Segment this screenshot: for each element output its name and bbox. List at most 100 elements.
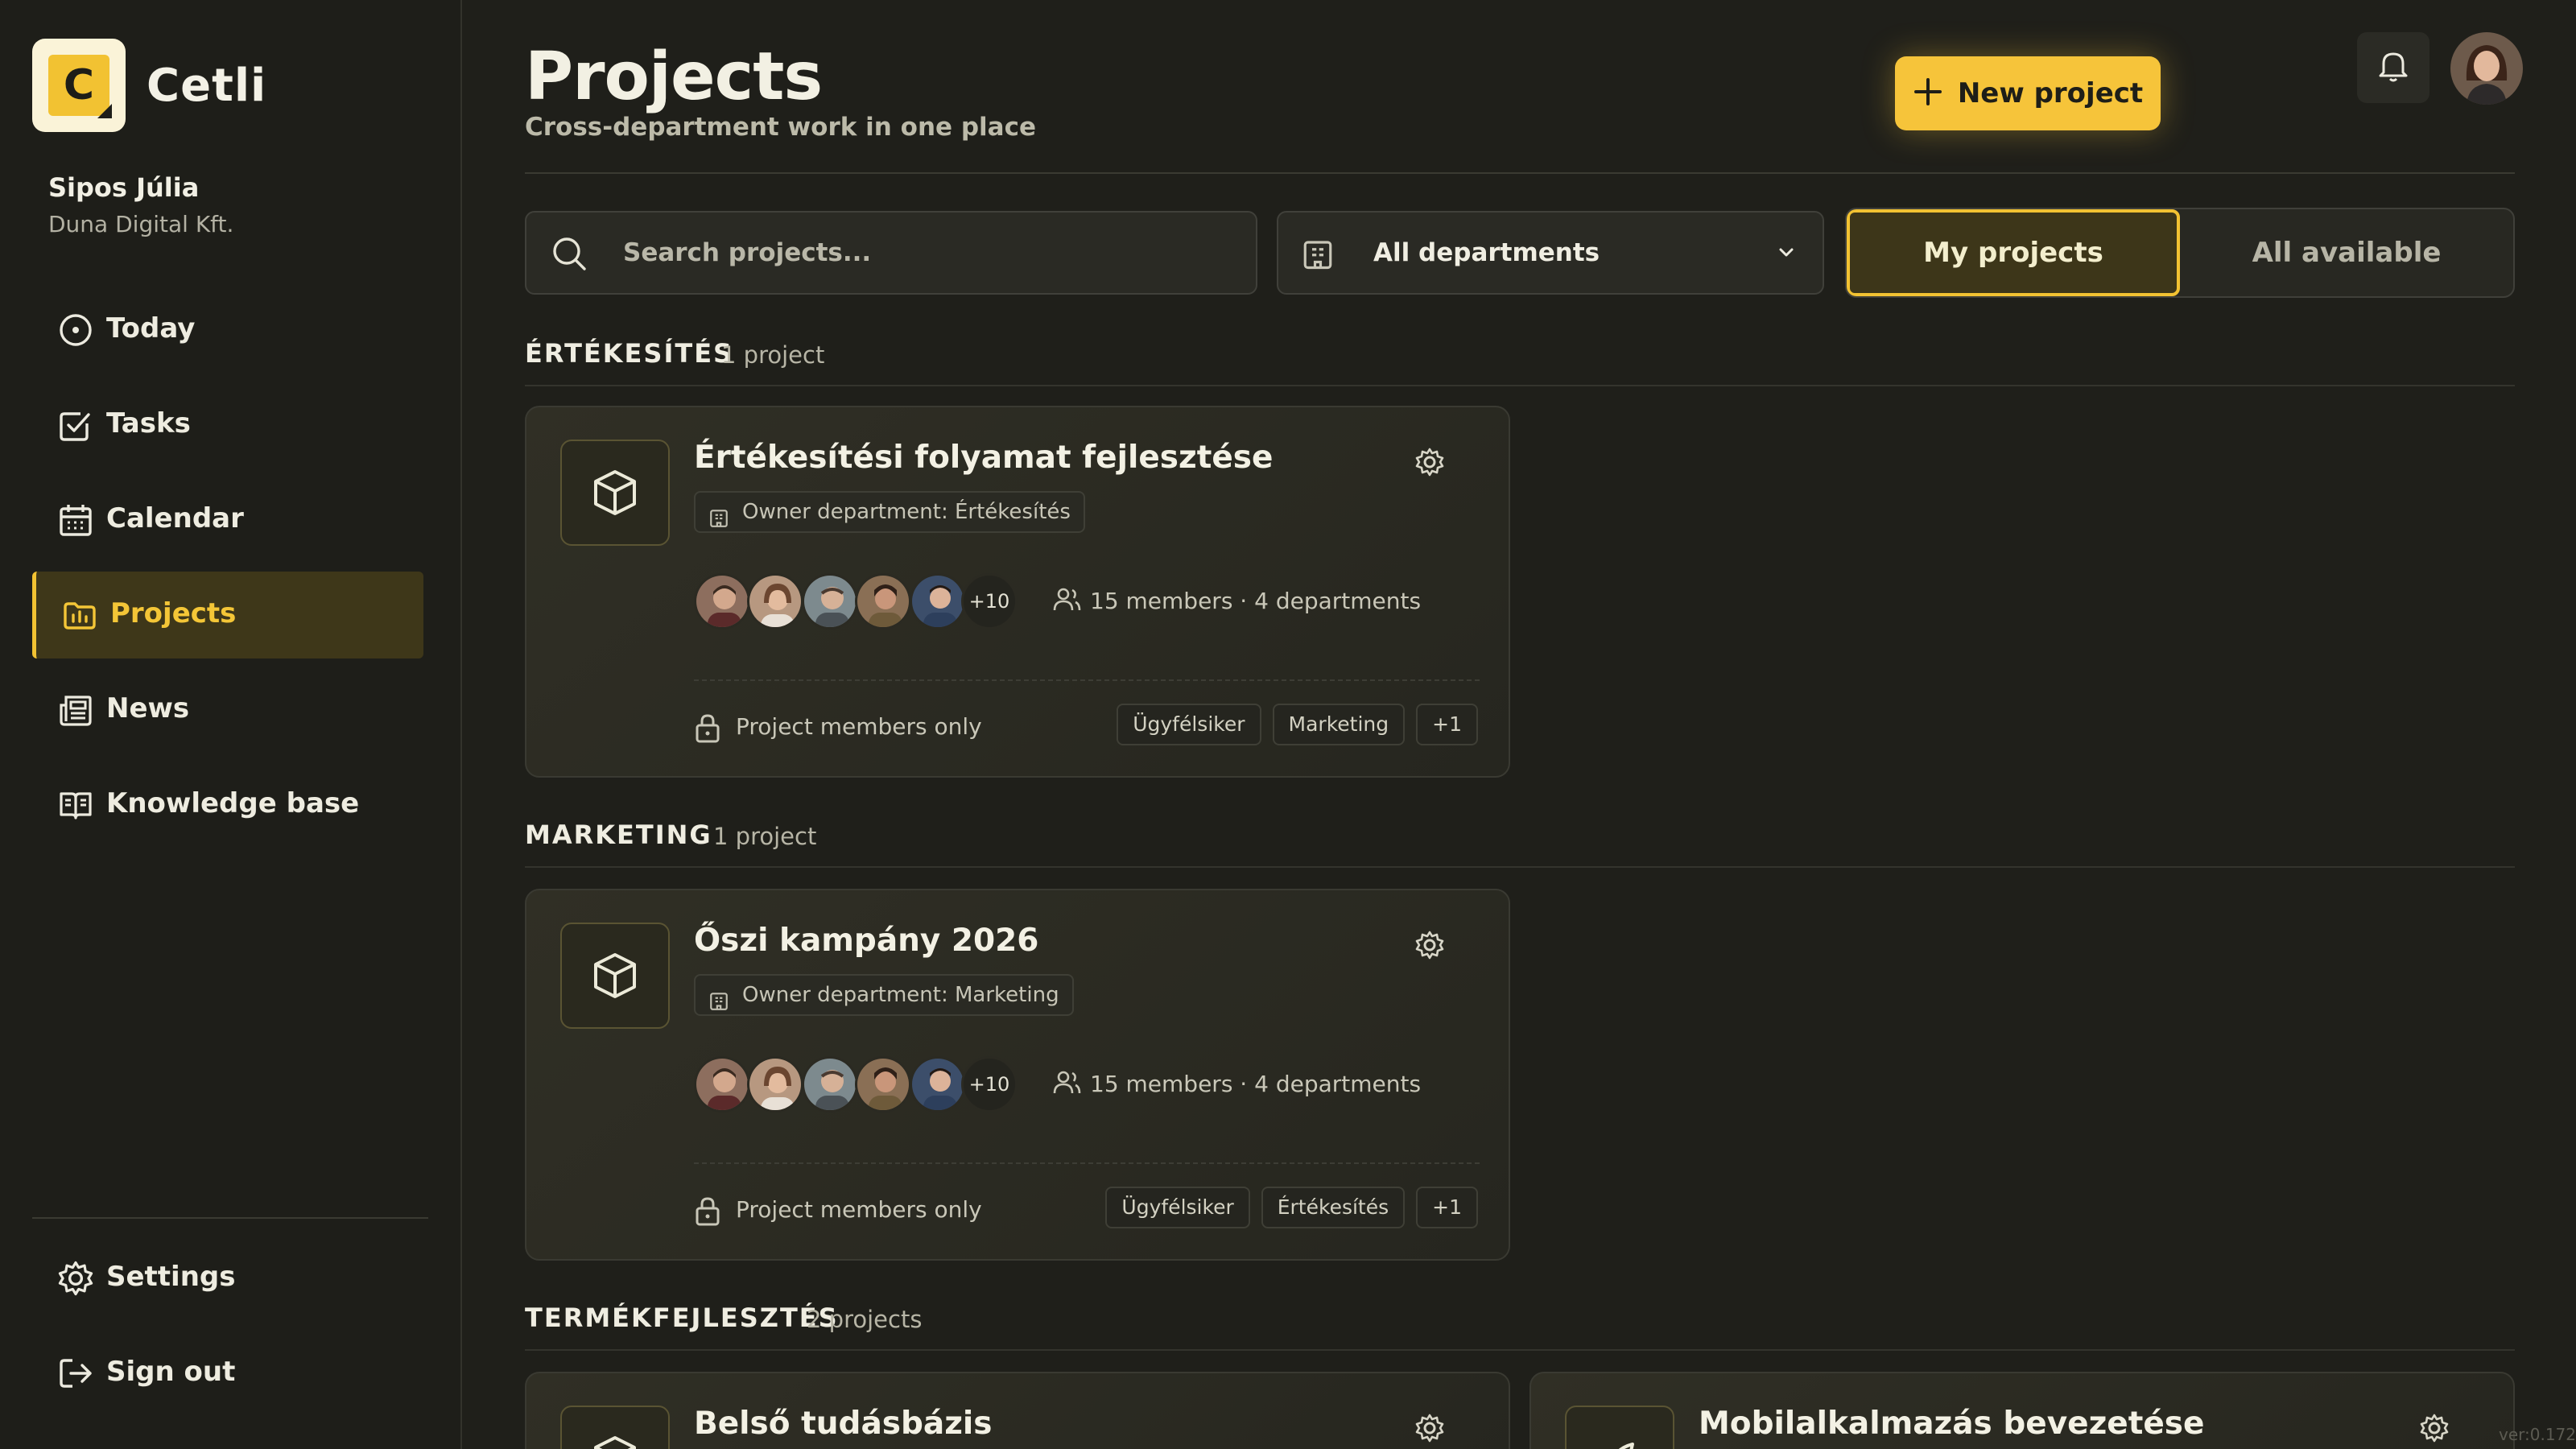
department-tag: Értékesítés bbox=[1261, 1187, 1406, 1228]
sidebar: C Cetli Sipos Júlia Duna Digital Kft. To… bbox=[0, 0, 462, 1449]
department-select-value: All departments bbox=[1373, 238, 1600, 267]
logo-letter: C bbox=[48, 55, 109, 116]
building-icon bbox=[1301, 237, 1335, 274]
nav-label: Calendar bbox=[106, 502, 244, 535]
brand[interactable]: C Cetli bbox=[32, 39, 266, 132]
gear-icon bbox=[1415, 448, 1444, 477]
project-card[interactable]: Mobilalkalmazás bevezetése bbox=[1530, 1372, 2515, 1449]
nav-item-knowledge-base[interactable]: Knowledge base bbox=[32, 762, 423, 848]
users-icon bbox=[1053, 1069, 1082, 1102]
card-divider bbox=[694, 1162, 1480, 1164]
avatar bbox=[694, 1056, 750, 1113]
owner-department-badge: Owner department: Marketing bbox=[694, 974, 1074, 1016]
newspaper-icon bbox=[55, 689, 97, 731]
more-tags-badge[interactable]: +1 bbox=[1416, 704, 1478, 745]
page-title: Projects bbox=[525, 39, 823, 115]
nav-item-news[interactable]: News bbox=[32, 667, 423, 753]
department-tag: Marketing bbox=[1272, 704, 1406, 745]
scope-all-available[interactable]: All available bbox=[2180, 209, 2513, 296]
nav-label: News bbox=[106, 692, 190, 724]
nav-label: Today bbox=[106, 312, 196, 345]
member-avatars[interactable]: +10 bbox=[694, 573, 1032, 630]
search-field[interactable]: Search projects... bbox=[525, 211, 1257, 295]
department-select[interactable]: All departments bbox=[1277, 211, 1824, 295]
project-title[interactable]: Értékesítési folyamat fejlesztése bbox=[694, 440, 1273, 476]
project-card[interactable]: Belső tudásbázis bbox=[525, 1372, 1510, 1449]
members-summary-text: 15 members · 4 departments bbox=[1090, 588, 1422, 614]
project-title[interactable]: Mobilalkalmazás bevezetése bbox=[1699, 1406, 2204, 1442]
bell-icon bbox=[2377, 48, 2409, 87]
search-input[interactable]: Search projects... bbox=[623, 238, 871, 267]
calendar-icon bbox=[55, 499, 97, 541]
app-name: Cetli bbox=[147, 59, 267, 112]
new-project-button[interactable]: New project bbox=[1895, 56, 2161, 130]
section-title: TERMÉKFEJLESZTÉS bbox=[525, 1302, 839, 1333]
page-subtitle: Cross-department work in one place bbox=[525, 113, 1036, 142]
avatar bbox=[855, 573, 911, 630]
avatar bbox=[802, 573, 858, 630]
notifications-button[interactable] bbox=[2357, 32, 2429, 103]
user-org: Duna Digital Kft. bbox=[48, 211, 234, 237]
cube-icon bbox=[560, 923, 670, 1029]
privacy-text: Project members only bbox=[736, 713, 982, 740]
users-icon bbox=[1053, 586, 1082, 619]
cube-icon bbox=[560, 1406, 670, 1449]
avatar bbox=[910, 573, 966, 630]
project-settings-button[interactable] bbox=[1415, 1414, 1444, 1446]
folder-chart-icon bbox=[59, 594, 101, 636]
avatar bbox=[910, 1056, 966, 1113]
nav-item-today[interactable]: Today bbox=[32, 287, 423, 374]
nav-label: Sign out bbox=[106, 1356, 236, 1388]
user-avatar[interactable] bbox=[2450, 32, 2523, 105]
checkbox-icon bbox=[55, 404, 97, 446]
nav-label: Settings bbox=[106, 1261, 236, 1293]
gear-icon bbox=[55, 1257, 97, 1299]
member-avatars[interactable]: +10 bbox=[694, 1056, 1032, 1113]
gear-icon bbox=[1415, 1414, 1444, 1443]
avatar bbox=[694, 573, 750, 630]
members-summary-text: 15 members · 4 departments bbox=[1090, 1071, 1422, 1097]
project-title[interactable]: Őszi kampány 2026 bbox=[694, 923, 1038, 959]
nav-label: Tasks bbox=[106, 407, 191, 440]
lock-icon bbox=[694, 713, 721, 757]
project-settings-button[interactable] bbox=[2420, 1414, 2449, 1446]
rocket-icon bbox=[1565, 1406, 1674, 1449]
section-count: 1 project bbox=[713, 823, 817, 850]
nav-item-sign-out[interactable]: Sign out bbox=[32, 1330, 423, 1417]
more-members-badge: +10 bbox=[961, 1056, 1018, 1113]
section-count: 2 projects bbox=[807, 1306, 923, 1333]
header-divider bbox=[525, 172, 2515, 174]
owner-department-badge: Owner department: Értékesítés bbox=[694, 491, 1085, 533]
nav-item-calendar[interactable]: Calendar bbox=[32, 477, 423, 564]
new-project-label: New project bbox=[1957, 77, 2144, 109]
gear-icon bbox=[2420, 1414, 2449, 1443]
lock-icon bbox=[694, 1196, 721, 1240]
project-card[interactable]: Értékesítési folyamat fejlesztése Owner … bbox=[525, 406, 1510, 778]
nav-label: Projects bbox=[110, 597, 237, 630]
user-name: Sipos Júlia bbox=[48, 172, 200, 203]
more-tags-badge[interactable]: +1 bbox=[1416, 1187, 1478, 1228]
project-title[interactable]: Belső tudásbázis bbox=[694, 1406, 993, 1442]
section-divider bbox=[525, 1349, 2515, 1351]
scope-my-projects[interactable]: My projects bbox=[1847, 209, 2180, 296]
members-summary: 15 members · 4 departments bbox=[1053, 588, 1421, 614]
nav-item-settings[interactable]: Settings bbox=[32, 1235, 423, 1322]
nav-label: Knowledge base bbox=[106, 787, 360, 819]
search-icon bbox=[551, 235, 588, 275]
project-card[interactable]: Őszi kampány 2026 Owner department: Mark… bbox=[525, 889, 1510, 1261]
avatar bbox=[747, 1056, 803, 1113]
gear-icon bbox=[1415, 931, 1444, 960]
nav-item-projects[interactable]: Projects bbox=[32, 572, 423, 658]
owner-department-label: Owner department: Értékesítés bbox=[742, 500, 1071, 524]
project-settings-button[interactable] bbox=[1415, 931, 1444, 963]
more-members-badge: +10 bbox=[961, 573, 1018, 630]
owner-department-label: Owner department: Marketing bbox=[742, 983, 1059, 1007]
nav-item-tasks[interactable]: Tasks bbox=[32, 382, 423, 469]
project-settings-button[interactable] bbox=[1415, 448, 1444, 480]
chevron-down-icon bbox=[1774, 240, 1798, 267]
avatar bbox=[855, 1056, 911, 1113]
scope-toggle: My projects All available bbox=[1845, 208, 2515, 298]
department-tags: Ügyfélsiker Értékesítés +1 bbox=[1105, 1187, 1478, 1228]
book-open-icon bbox=[55, 784, 97, 826]
privacy-info: Project members only bbox=[694, 707, 982, 747]
